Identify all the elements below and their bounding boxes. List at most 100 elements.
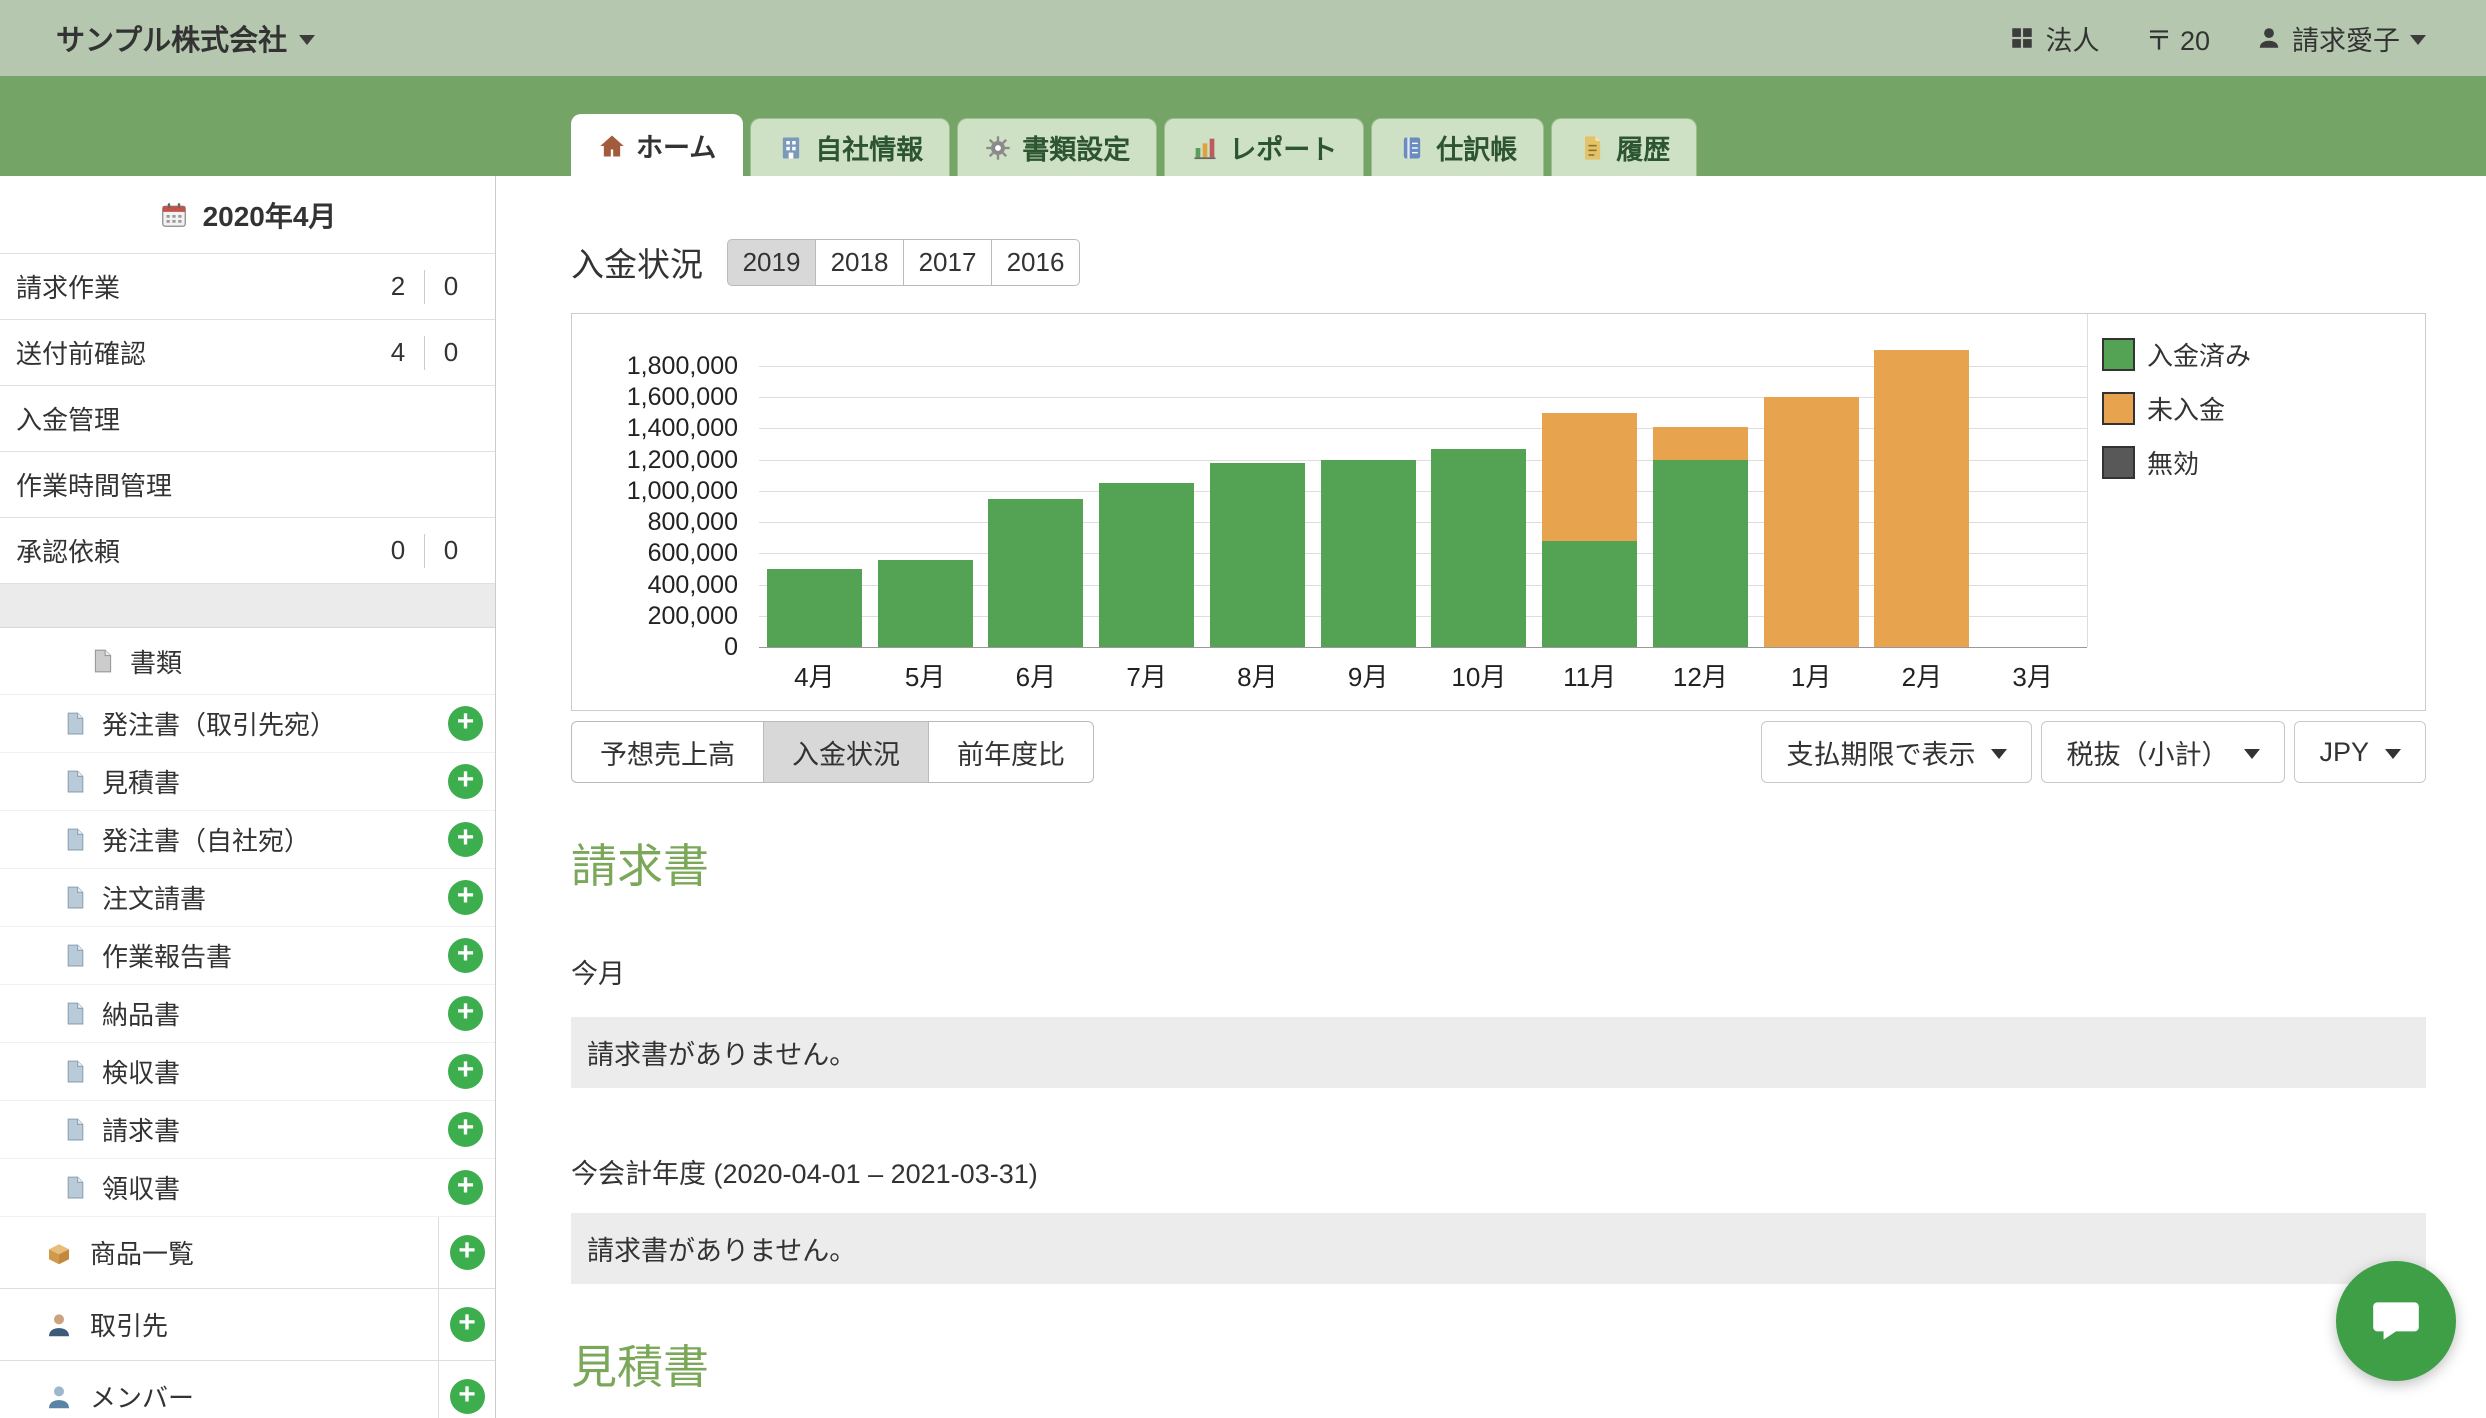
y-tick-label: 600,000	[572, 537, 738, 569]
due-date-display-dropdown[interactable]: 支払期限で表示	[1761, 721, 2032, 783]
sidebar-item-billing-tasks[interactable]: 請求作業 2 0	[0, 254, 495, 320]
sidebar-item-purchase-order-client[interactable]: 発注書（取引先宛）	[0, 695, 495, 753]
user-menu[interactable]: 請求愛子	[2256, 19, 2426, 58]
tab-company-info[interactable]: 自社情報	[750, 118, 950, 176]
add-product-button[interactable]	[450, 1235, 485, 1270]
client-person-icon	[44, 1310, 74, 1340]
sidebar-item-receipt[interactable]: 領収書	[0, 1159, 495, 1217]
sidebar: 2020年4月 請求作業 2 0 送付前確認 4 0 入金管理 作業時間管理 承…	[0, 176, 496, 1418]
chart-controls: 予想売上高 入金状況 前年度比 支払期限で表示 税抜（小計） JPY	[571, 721, 2426, 783]
tab-report[interactable]: レポート	[1164, 118, 1364, 176]
doc-item-label: 注文請書	[102, 879, 206, 916]
sidebar-item-purchase-order-own[interactable]: 発注書（自社宛）	[0, 811, 495, 869]
chat-support-button[interactable]	[2336, 1261, 2456, 1381]
task-counts: 4 0	[372, 336, 477, 370]
add-document-button[interactable]	[448, 764, 483, 799]
org-type-item[interactable]: 法人	[2009, 19, 2099, 58]
y-tick-label: 1,600,000	[572, 381, 738, 413]
caret-down-icon	[2244, 749, 2260, 759]
add-document-button[interactable]	[448, 1170, 483, 1205]
sidebar-item-approval-requests[interactable]: 承認依頼 0 0	[0, 518, 495, 584]
add-member-button[interactable]	[450, 1379, 485, 1414]
payment-status-chart: 0200,000400,000600,000800,0001,000,0001,…	[571, 313, 2426, 711]
view-button-payment-status[interactable]: 入金状況	[763, 721, 929, 783]
bar-segment	[1653, 460, 1748, 647]
add-document-button[interactable]	[448, 822, 483, 857]
y-tick-label: 0	[572, 631, 738, 663]
doc-item-label: 作業報告書	[102, 937, 232, 974]
org-type-label: 法人	[2045, 19, 2099, 58]
tab-label: 自社情報	[815, 128, 923, 167]
user-name: 請求愛子	[2292, 19, 2400, 58]
sidebar-section-documents[interactable]: 書類	[0, 628, 495, 695]
task-count-1: 0	[372, 535, 424, 566]
doc-item-label: 発注書（取引先宛）	[102, 705, 336, 742]
bar-segment	[988, 499, 1083, 647]
sidebar-item-payment-management[interactable]: 入金管理	[0, 386, 495, 452]
year-button-2016[interactable]: 2016	[991, 239, 1080, 286]
bar-segment	[767, 569, 862, 647]
y-tick-label: 1,800,000	[572, 350, 738, 382]
sidebar-item-work-report[interactable]: 作業報告書	[0, 927, 495, 985]
bar-segment	[1321, 460, 1416, 647]
view-button-yoy[interactable]: 前年度比	[928, 721, 1094, 783]
bar-segment	[1653, 427, 1748, 460]
document-icon	[90, 648, 116, 674]
tab-label: 書類設定	[1022, 128, 1130, 167]
person-icon	[2256, 25, 2282, 51]
dropdown-label: 支払期限で表示	[1786, 733, 1975, 772]
bar-chart-icon	[1191, 134, 1219, 162]
task-count-1: 4	[372, 337, 424, 368]
doc-item-label: 納品書	[102, 995, 180, 1032]
building-icon	[777, 134, 805, 162]
year-button-2018[interactable]: 2018	[815, 239, 904, 286]
add-document-button[interactable]	[448, 880, 483, 915]
task-label: 送付前確認	[16, 334, 372, 371]
sidebar-month-header[interactable]: 2020年4月	[0, 176, 495, 254]
add-document-button[interactable]	[448, 1112, 483, 1147]
view-button-forecast-sales[interactable]: 予想売上高	[571, 721, 764, 783]
year-button-2017[interactable]: 2017	[903, 239, 992, 286]
sidebar-item-products[interactable]: 商品一覧	[0, 1217, 495, 1289]
sidebar-item-delivery-slip[interactable]: 納品書	[0, 985, 495, 1043]
y-tick-label: 400,000	[572, 569, 738, 601]
plus-cell	[438, 1217, 495, 1288]
home-icon	[598, 132, 626, 160]
tab-document-settings[interactable]: 書類設定	[957, 118, 1157, 176]
x-tick-label: 10月	[1424, 657, 1535, 694]
add-client-button[interactable]	[450, 1307, 485, 1342]
tab-history[interactable]: 履歴	[1551, 118, 1697, 176]
postal-item[interactable]: 〒 20	[2145, 19, 2210, 58]
task-label: 入金管理	[16, 400, 495, 437]
add-document-button[interactable]	[448, 996, 483, 1031]
main-content: 入金状況 2019 2018 2017 2016 0200,000400,000…	[497, 176, 2486, 1418]
sidebar-item-clients[interactable]: 取引先	[0, 1289, 495, 1361]
bar-segment	[1764, 397, 1859, 647]
task-count-2: 0	[425, 337, 477, 368]
sidebar-item-order-confirmation[interactable]: 注文請書	[0, 869, 495, 927]
year-button-2019[interactable]: 2019	[727, 239, 816, 286]
sidebar-item-work-time[interactable]: 作業時間管理	[0, 452, 495, 518]
x-tick-label: 8月	[1202, 657, 1313, 694]
sidebar-item-pre-send-check[interactable]: 送付前確認 4 0	[0, 320, 495, 386]
tab-home[interactable]: ホーム	[571, 114, 743, 176]
tab-journal[interactable]: 仕訳帳	[1371, 118, 1544, 176]
sidebar-item-quote[interactable]: 見積書	[0, 753, 495, 811]
legend-item: 無効	[2102, 444, 2251, 481]
sidebar-item-members[interactable]: メンバー	[0, 1361, 495, 1418]
document-icon	[63, 943, 88, 968]
add-document-button[interactable]	[448, 706, 483, 741]
company-menu[interactable]: サンプル株式会社	[56, 17, 315, 59]
chart-legend: 入金済み未入金無効	[2102, 336, 2251, 481]
add-document-button[interactable]	[448, 938, 483, 973]
bottom-item-label: メンバー	[90, 1378, 194, 1415]
add-document-button[interactable]	[448, 1054, 483, 1089]
sidebar-item-invoice[interactable]: 請求書	[0, 1101, 495, 1159]
task-label: 作業時間管理	[16, 466, 495, 503]
tax-mode-dropdown[interactable]: 税抜（小計）	[2041, 721, 2285, 783]
currency-dropdown[interactable]: JPY	[2294, 721, 2426, 783]
dropdown-label: JPY	[2319, 737, 2369, 768]
legend-swatch	[2102, 446, 2135, 479]
sidebar-item-inspection-cert[interactable]: 検収書	[0, 1043, 495, 1101]
company-name: サンプル株式会社	[56, 17, 287, 59]
